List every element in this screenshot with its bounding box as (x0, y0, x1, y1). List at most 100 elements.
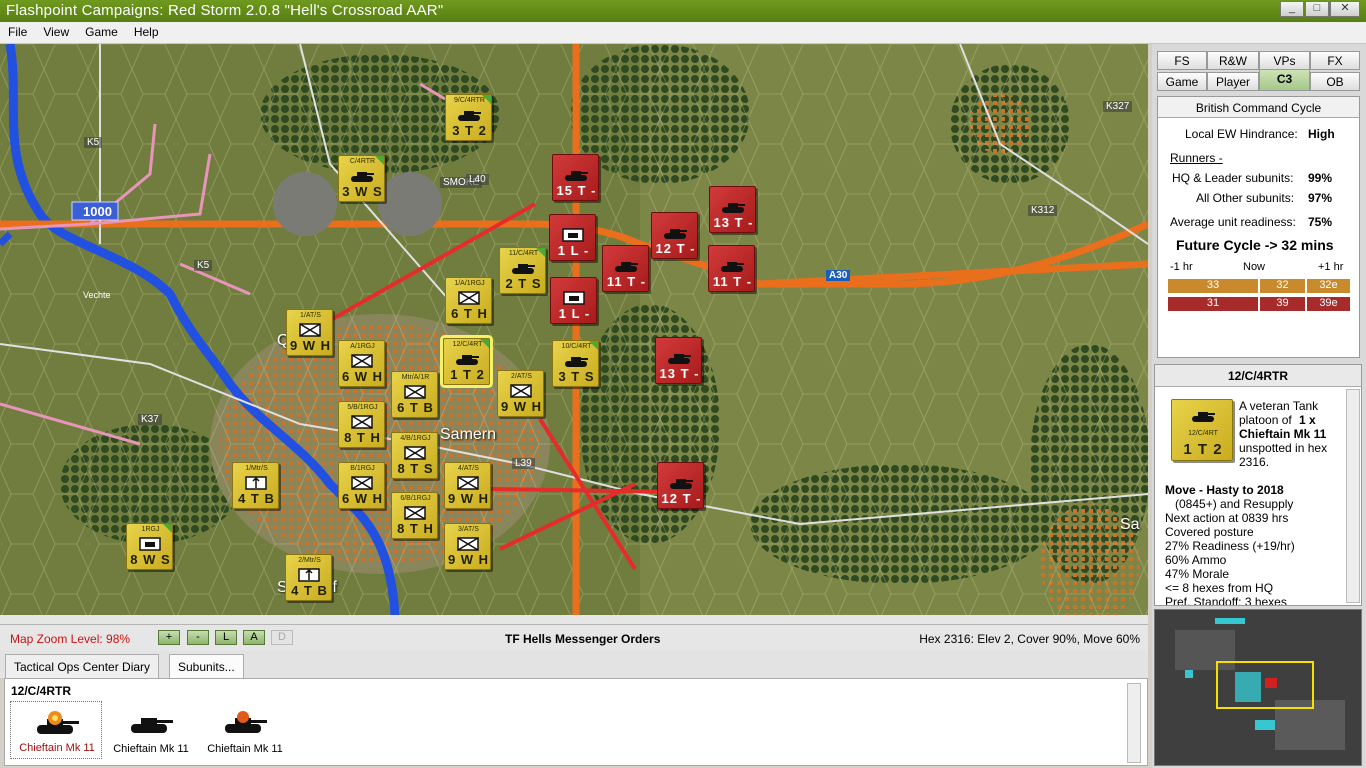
warpac-hq-2[interactable]: 1 L - (550, 277, 597, 324)
tactical-map[interactable]: SMOKE 1000 K5 K5 L40 K37 L39 K312 K327 A… (0, 44, 1148, 615)
tank-icon (351, 172, 374, 182)
nato-unit-a-1rgj[interactable]: A/1RGJ 6 W H (338, 340, 385, 387)
nato-unit-2-mtr-s[interactable]: 2/Mtr/S 4 T B (285, 554, 332, 601)
nato-unit-2-at-s[interactable]: 2/AT/S 9 W H (497, 370, 544, 417)
unit-stats: 1 L - (558, 306, 591, 321)
infantry-icon (351, 415, 373, 429)
unit-desc-5: unspotted in hex (1239, 441, 1328, 455)
nato-unit-b-1rgj[interactable]: B/1RGJ 6 W H (338, 462, 385, 509)
unit-stats: 8 T H (344, 430, 381, 445)
warpac-unit-12-north[interactable]: 12 T - (651, 212, 698, 259)
tab-tactical-ops-diary[interactable]: Tactical Ops Center Diary (5, 654, 160, 678)
nato-unit-3-at-s[interactable]: 3/AT/S 9 W H (444, 523, 491, 570)
nato-unit-1-a-1rgj[interactable]: 1/A/1RGJ 6 T H (445, 277, 492, 324)
zoom-in-button[interactable]: + (158, 630, 180, 645)
unit-id: Mtr/A/1R (401, 374, 430, 381)
cycle-cell: 32e (1307, 279, 1350, 293)
nato-unit-c-4rtr[interactable]: C/4RTR 3 W S (338, 155, 385, 202)
unit-bullet: 47% Morale (1165, 567, 1230, 581)
map-splitter[interactable] (0, 615, 1148, 624)
ew-label: Local EW Hindrance: (1185, 127, 1298, 141)
nato-unit-6-b-1rgj[interactable]: 6/B/1RGJ 8 T H (391, 492, 438, 539)
nato-unit-9-c-4rtr[interactable]: 9/C/4RTR 3 T 2 (445, 94, 492, 141)
nato-unit-5-b-1rgj[interactable]: 5/B/1RGJ 8 T H (338, 401, 385, 448)
nato-unit-12-c-4rt-selected[interactable]: 12/C/4RT 1 T 2 (443, 338, 490, 385)
nato-unit-mtr-a-1r[interactable]: Mtr/A/1R 6 T B (391, 371, 438, 418)
cycle-cell: 39e (1307, 297, 1350, 311)
unit-bullet: (0845+) and Resupply (1175, 497, 1294, 511)
tank-icon (458, 111, 481, 121)
subunit-tank-2[interactable]: Chieftain Mk 11 (105, 701, 197, 759)
tab-ob[interactable]: OB (1310, 72, 1360, 91)
nato-unit-4-b-1rgj[interactable]: 4/B/1RGJ 8 T S (391, 432, 438, 479)
menu-bar: File View Game Help (0, 22, 1366, 44)
infantry-icon (404, 506, 426, 520)
nato-unit-11-c-4rt[interactable]: 11/C/4RT 2 T S (499, 247, 546, 294)
warpac-unit-11-east[interactable]: 11 T - (708, 245, 755, 292)
nato-unit-1rgj-hq[interactable]: 1RGJ 8 W S (126, 523, 173, 570)
warpac-unit-15[interactable]: 15 T - (552, 154, 599, 201)
unit-bullet: Next action at 0839 hrs (1165, 511, 1289, 525)
damaged-tank-icon (225, 711, 267, 733)
hq-icon (139, 537, 161, 551)
minimap[interactable] (1154, 609, 1362, 766)
unit-stats: 6 W H (341, 369, 384, 384)
warpac-unit-11-west[interactable]: 11 T - (602, 245, 649, 292)
unit-id: C/4RTR (349, 158, 376, 165)
nato-unit-10-c-4rt[interactable]: 10/C/4RT 3 T S (552, 340, 599, 387)
town-samern: Samern (440, 426, 497, 443)
nato-unit-1-at-s[interactable]: 1/AT/S 9 W H (286, 309, 333, 356)
timeline-now: Now (1243, 261, 1266, 273)
close-button[interactable]: ✕ (1330, 1, 1360, 17)
destroyed-tank-icon (37, 711, 79, 734)
infantry-icon (457, 476, 479, 490)
tank-icon (565, 171, 588, 181)
warpac-unit-12-south[interactable]: 12 T - (657, 462, 704, 509)
tab-player[interactable]: Player (1207, 72, 1259, 91)
menu-file[interactable]: File (0, 22, 35, 39)
subunit-label: Chieftain Mk 11 (113, 743, 189, 755)
subunit-tank-3[interactable]: Chieftain Mk 11 (199, 701, 291, 759)
unit-stats: 6 T B (397, 400, 434, 415)
tab-vps[interactable]: VPs (1259, 51, 1310, 70)
zoom-level: Map Zoom Level: 98% (10, 632, 131, 646)
tab-fs[interactable]: FS (1157, 51, 1207, 70)
tab-subunits[interactable]: Subunits... (169, 654, 244, 678)
zoom-l-button[interactable]: L (215, 630, 237, 645)
subunits-scrollbar[interactable] (1127, 683, 1141, 763)
readiness-label: Average unit readiness: (1170, 215, 1296, 229)
tab-rw[interactable]: R&W (1207, 51, 1259, 70)
unit-id: 12/C/4RT (452, 341, 483, 348)
unit-id: A/1RGJ (350, 343, 375, 350)
zoom-d-button[interactable]: D (271, 630, 293, 645)
zoom-out-button[interactable]: - (187, 630, 209, 645)
unit-id: 1/AT/S (300, 312, 321, 319)
tab-fx[interactable]: FX (1310, 51, 1360, 70)
unit-info-scrollbar[interactable] (1346, 389, 1360, 603)
maximize-button[interactable]: □ (1305, 1, 1329, 17)
unit-id: B/1RGJ (350, 465, 375, 472)
zoom-a-button[interactable]: A (243, 630, 265, 645)
infantry-icon (458, 291, 480, 305)
unit-stats: 9 W H (447, 552, 490, 567)
tab-game[interactable]: Game (1157, 72, 1207, 91)
tab-c3[interactable]: C3 (1259, 69, 1310, 91)
unit-stats: 13 T - (713, 215, 754, 230)
minimize-button[interactable]: _ (1280, 1, 1304, 17)
unit-stats: 1 T 2 (1183, 441, 1223, 458)
subunit-tank-1[interactable]: Chieftain Mk 11 (10, 701, 102, 759)
distance-marker: 1000 (83, 204, 112, 219)
menu-view[interactable]: View (35, 22, 77, 39)
unit-stats: 9 W H (500, 399, 543, 414)
bottom-tab-strip: Tactical Ops Center Diary Subunits... (0, 651, 1148, 678)
warpac-unit-13-south[interactable]: 13 T - (655, 337, 702, 384)
nato-unit-4-at-s[interactable]: 4/AT/S 9 W H (444, 462, 491, 509)
road-label-k5: K5 (194, 260, 213, 271)
warpac-unit-13-north[interactable]: 13 T - (709, 186, 756, 233)
unit-desc-4: Chieftain Mk 11 (1239, 427, 1327, 441)
warpac-hq-1[interactable]: 1 L - (549, 214, 596, 261)
unit-stats: 9 W H (289, 338, 332, 353)
menu-game[interactable]: Game (77, 22, 126, 39)
menu-help[interactable]: Help (126, 22, 167, 39)
nato-unit-1-mtr-s[interactable]: 1/Mtr/S 4 T B (232, 462, 279, 509)
